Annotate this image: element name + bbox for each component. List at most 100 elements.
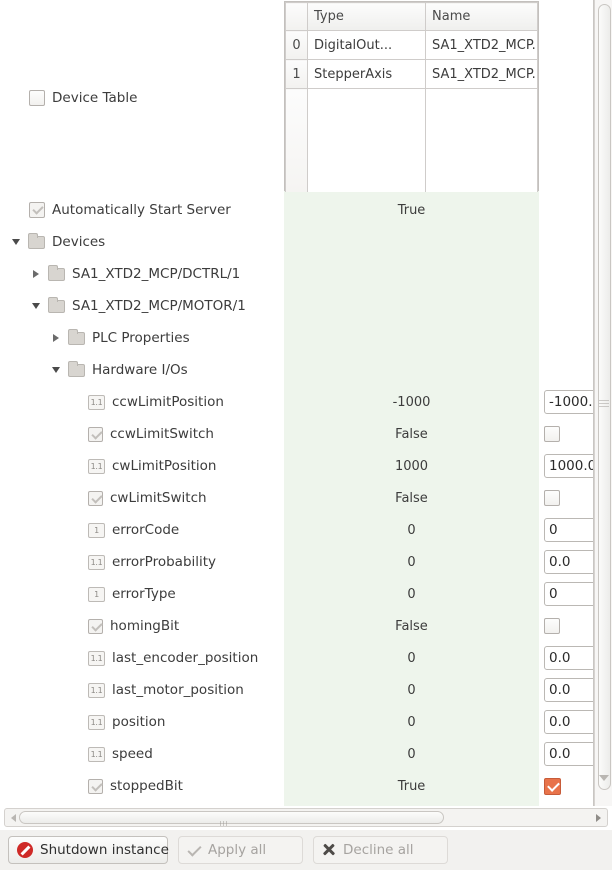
property-name: cwLimitPosition [112, 458, 217, 474]
property-editor-cell [539, 738, 593, 770]
property-row[interactable]: 1.1 speed 0 [0, 738, 593, 770]
property-row[interactable]: 1 errorCode 0 [0, 514, 593, 546]
property-value: 0 [284, 738, 539, 770]
scrollbar-grip-icon [599, 400, 609, 407]
tree-item-plc-properties[interactable]: PLC Properties [0, 322, 593, 354]
tree-label-plc-properties: PLC Properties [92, 330, 190, 346]
property-editor-input[interactable] [544, 454, 593, 478]
property-name: errorProbability [112, 554, 217, 570]
tree-item-motor[interactable]: SA1_XTD2_MCP/MOTOR/1 [0, 290, 593, 322]
column-header-name[interactable]: Name [425, 2, 538, 31]
property-editor-cell [539, 706, 593, 738]
column-header-type[interactable]: Type [307, 2, 426, 31]
property-editor-cell [539, 386, 593, 418]
property-row[interactable]: 1.1 last_motor_position 0 [0, 674, 593, 706]
property-editor-input[interactable] [544, 518, 593, 542]
float-type-icon: 1.1 [88, 746, 105, 762]
folder-icon [68, 328, 85, 345]
property-editor-input[interactable] [544, 550, 593, 574]
row-index: 0 [285, 30, 308, 60]
decline-all-button[interactable]: Decline all [313, 836, 448, 864]
property-row[interactable]: 1.1 position 0 [0, 706, 593, 738]
table-header-row: Type Name [285, 2, 538, 31]
vertical-scrollbar[interactable] [594, 0, 612, 806]
devices-label-cell: Devices [0, 226, 284, 258]
tree-item-dctrl[interactable]: SA1_XTD2_MCP/DCTRL/1 [0, 258, 593, 290]
property-editor-cell [539, 450, 593, 482]
property-editor-checkbox[interactable] [544, 490, 560, 506]
scroll-left-arrow-icon[interactable] [11, 814, 16, 822]
scroll-right-arrow-icon[interactable] [596, 814, 601, 822]
chevron-down-icon[interactable] [30, 299, 44, 313]
property-row[interactable]: homingBit False [0, 610, 593, 642]
tree-item-hardware-ios[interactable]: Hardware I/Os [0, 354, 593, 386]
property-editor-checkbox-checked[interactable] [544, 777, 561, 795]
shutdown-instance-label: Shutdown instance [40, 842, 169, 858]
property-editor-cell [539, 546, 593, 578]
property-value: False [284, 418, 539, 450]
property-label-cell: 1.1 last_motor_position [0, 674, 284, 706]
property-row[interactable]: 1.1 errorProbability 0 [0, 546, 593, 578]
auto-start-server-label: Automatically Start Server [52, 202, 231, 218]
device-table-checkbox[interactable] [29, 90, 45, 106]
horizontal-scrollbar[interactable] [4, 808, 608, 827]
decline-all-label: Decline all [343, 842, 414, 858]
plc-editor [539, 322, 593, 354]
property-editor-input[interactable] [544, 582, 593, 606]
vertical-scrollbar-thumb[interactable] [598, 4, 611, 790]
bool-type-icon [88, 778, 103, 794]
property-editor-cell [539, 482, 593, 514]
property-value: 0 [284, 514, 539, 546]
property-label-cell: 1.1 last_encoder_position [0, 642, 284, 674]
property-editor-input[interactable] [544, 710, 593, 734]
property-row[interactable]: stoppedBit True [0, 770, 593, 802]
bool-type-icon [88, 490, 103, 506]
property-row[interactable]: ccwLimitSwitch False [0, 418, 593, 450]
table-row[interactable]: 0 DigitalOut... SA1_XTD2_MCP... [285, 30, 538, 60]
property-value: 1000 [284, 450, 539, 482]
property-label-cell: ccwLimitSwitch [0, 418, 284, 450]
property-label-cell: 1.1 speed [0, 738, 284, 770]
chevron-down-icon[interactable] [10, 235, 24, 249]
property-editor-input[interactable] [544, 390, 593, 414]
auto-start-server-value: True [284, 194, 539, 226]
property-editor-cell [539, 674, 593, 706]
property-row[interactable]: 1.1 cwLimitPosition 1000 [0, 450, 593, 482]
property-editor-input[interactable] [544, 742, 593, 766]
property-value: 0 [284, 578, 539, 610]
property-name: position [112, 714, 166, 730]
property-row[interactable]: cwLimitSwitch False [0, 482, 593, 514]
property-name: errorCode [112, 522, 180, 538]
bool-type-icon [88, 426, 103, 442]
property-value: False [284, 482, 539, 514]
tree-label-dctrl: SA1_XTD2_MCP/DCTRL/1 [72, 266, 241, 282]
property-editor-checkbox[interactable] [544, 426, 560, 442]
column-header-index[interactable] [285, 2, 308, 31]
auto-start-server-editor [539, 194, 593, 226]
property-editor-input[interactable] [544, 646, 593, 670]
property-label-cell: stoppedBit [0, 770, 284, 802]
dctrl-value [284, 258, 539, 290]
property-name: ccwLimitSwitch [110, 426, 214, 442]
chevron-right-icon[interactable] [50, 331, 64, 345]
property-row[interactable]: 1 errorType 0 [0, 578, 593, 610]
property-row[interactable]: 1.1 last_encoder_position 0 [0, 642, 593, 674]
chevron-down-icon[interactable] [50, 363, 64, 377]
plc-value [284, 322, 539, 354]
plc-label-cell: PLC Properties [0, 322, 284, 354]
property-name: last_motor_position [112, 682, 244, 698]
property-row[interactable]: 1.1 ccwLimitPosition -1000 [0, 386, 593, 418]
motor-value [284, 290, 539, 322]
property-editor-checkbox[interactable] [544, 618, 560, 634]
shutdown-icon [17, 842, 33, 858]
property-editor-input[interactable] [544, 678, 593, 702]
scroll-down-arrow-icon[interactable] [599, 775, 609, 781]
tree-item-devices[interactable]: Devices [0, 226, 593, 258]
shutdown-instance-button[interactable]: Shutdown instance [8, 836, 169, 864]
auto-start-server-checkbox[interactable] [29, 202, 45, 218]
motor-editor [539, 290, 593, 322]
chevron-right-icon[interactable] [30, 267, 44, 281]
apply-all-button[interactable]: Apply all [178, 836, 303, 864]
property-editor-cell [539, 578, 593, 610]
close-icon [322, 843, 336, 857]
